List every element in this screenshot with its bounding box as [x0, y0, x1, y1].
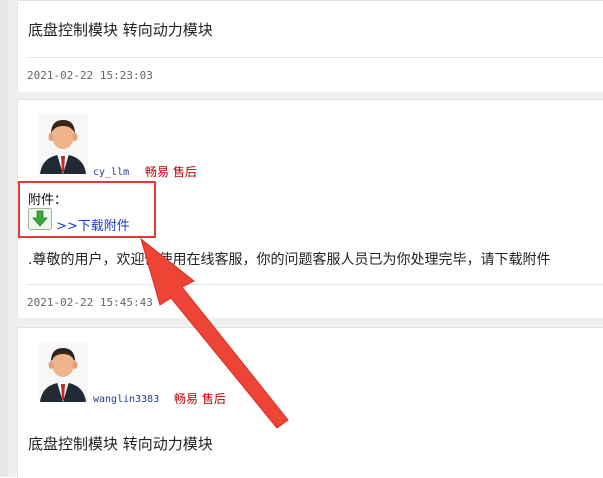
post-card-3: wanglin3383 畅易 售后 底盘控制模块 转向动力模块 [17, 327, 603, 478]
post-timestamp: 2021-02-22 15:45:43 [27, 296, 153, 309]
post-card-1: 底盘控制模块 转向动力模块 2021-02-22 15:23:03 [17, 0, 603, 92]
post-timestamp: 2021-02-22 15:23:03 [27, 69, 153, 82]
user-role: 畅易 售后 [174, 392, 226, 406]
forum-thread: 底盘控制模块 转向动力模块 2021-02-22 15:23:03 cy_llm… [0, 0, 603, 478]
post-content: 底盘控制模块 转向动力模块 [28, 435, 213, 453]
post-divider [27, 284, 603, 285]
annotation-highlight-box [18, 181, 156, 238]
customer-service-avatar-icon[interactable] [38, 342, 88, 402]
customer-service-avatar-icon[interactable] [38, 114, 88, 174]
post-divider [27, 57, 603, 58]
username[interactable]: wanglin3383 [93, 394, 159, 405]
post-message: .尊敬的用户，欢迎你使用在线客服，你的问题客服人员已为你处理完毕，请下载附件 [28, 252, 551, 268]
username[interactable]: cy_llm [93, 167, 129, 178]
post-content: 底盘控制模块 转向动力模块 [28, 21, 213, 39]
user-role: 畅易 售后 [145, 165, 197, 179]
left-scroll-gutter [0, 0, 8, 477]
